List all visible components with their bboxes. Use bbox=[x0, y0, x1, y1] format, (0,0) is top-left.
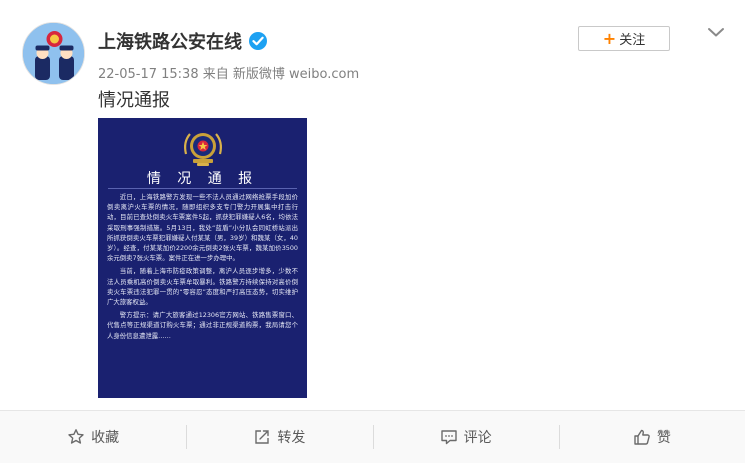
favorite-button[interactable]: 收藏 bbox=[0, 411, 186, 463]
action-bar: 收藏 转发 评论 赞 bbox=[0, 410, 745, 463]
chevron-down-icon[interactable] bbox=[706, 22, 726, 42]
plus-icon: + bbox=[602, 28, 617, 48]
thumbs-up-icon bbox=[634, 429, 650, 445]
star-icon bbox=[68, 429, 84, 444]
notice-paragraph: 当前，随着上海市防疫政策调整，离沪人员逐步增多，少数不法人员乘机高价倒卖火车票牟… bbox=[107, 267, 298, 307]
like-button[interactable]: 赞 bbox=[558, 411, 745, 463]
post-meta: 22-05-17 15:38 来自 新版微博 weibo.com bbox=[98, 67, 360, 82]
notice-paragraph: 近日，上海铁路警方发现一些不法人员通过网络抢票手段加价倒卖离沪火车票的情况，随即… bbox=[107, 193, 298, 263]
post-text: 情况通报 bbox=[98, 90, 170, 111]
comment-label: 评论 bbox=[463, 430, 492, 446]
notice-paragraph: 警方提示：请广大旅客通过12306官方网站、铁路售票窗口、代售点等正规渠道订购火… bbox=[107, 311, 298, 340]
notice-divider bbox=[108, 188, 297, 189]
post-author[interactable]: 上海铁路公安在线 bbox=[98, 28, 268, 54]
author-name[interactable]: 上海铁路公安在线 bbox=[98, 28, 242, 54]
notice-title: 情 况 通 报 bbox=[146, 171, 259, 187]
like-label: 赞 bbox=[656, 430, 671, 446]
repost-label: 转发 bbox=[277, 430, 306, 446]
comment-button[interactable]: 评论 bbox=[372, 411, 559, 463]
follow-button[interactable]: + 关注 bbox=[578, 26, 670, 51]
verified-badge-icon bbox=[248, 31, 268, 51]
notice-image[interactable]: 情 况 通 报 近日，上海铁路警方发现一些不法人员通过网络抢票手段加价倒卖离沪火… bbox=[98, 118, 307, 398]
police-emblem-icon bbox=[178, 124, 228, 174]
follow-label: 关注 bbox=[619, 33, 646, 48]
comment-icon bbox=[440, 430, 457, 445]
notice-body: 近日，上海铁路警方发现一些不法人员通过网络抢票手段加价倒卖离沪火车票的情况，随即… bbox=[107, 192, 298, 344]
favorite-label: 收藏 bbox=[91, 430, 120, 446]
repost-button[interactable]: 转发 bbox=[186, 411, 372, 463]
share-icon bbox=[255, 430, 270, 444]
avatar[interactable] bbox=[22, 22, 85, 85]
